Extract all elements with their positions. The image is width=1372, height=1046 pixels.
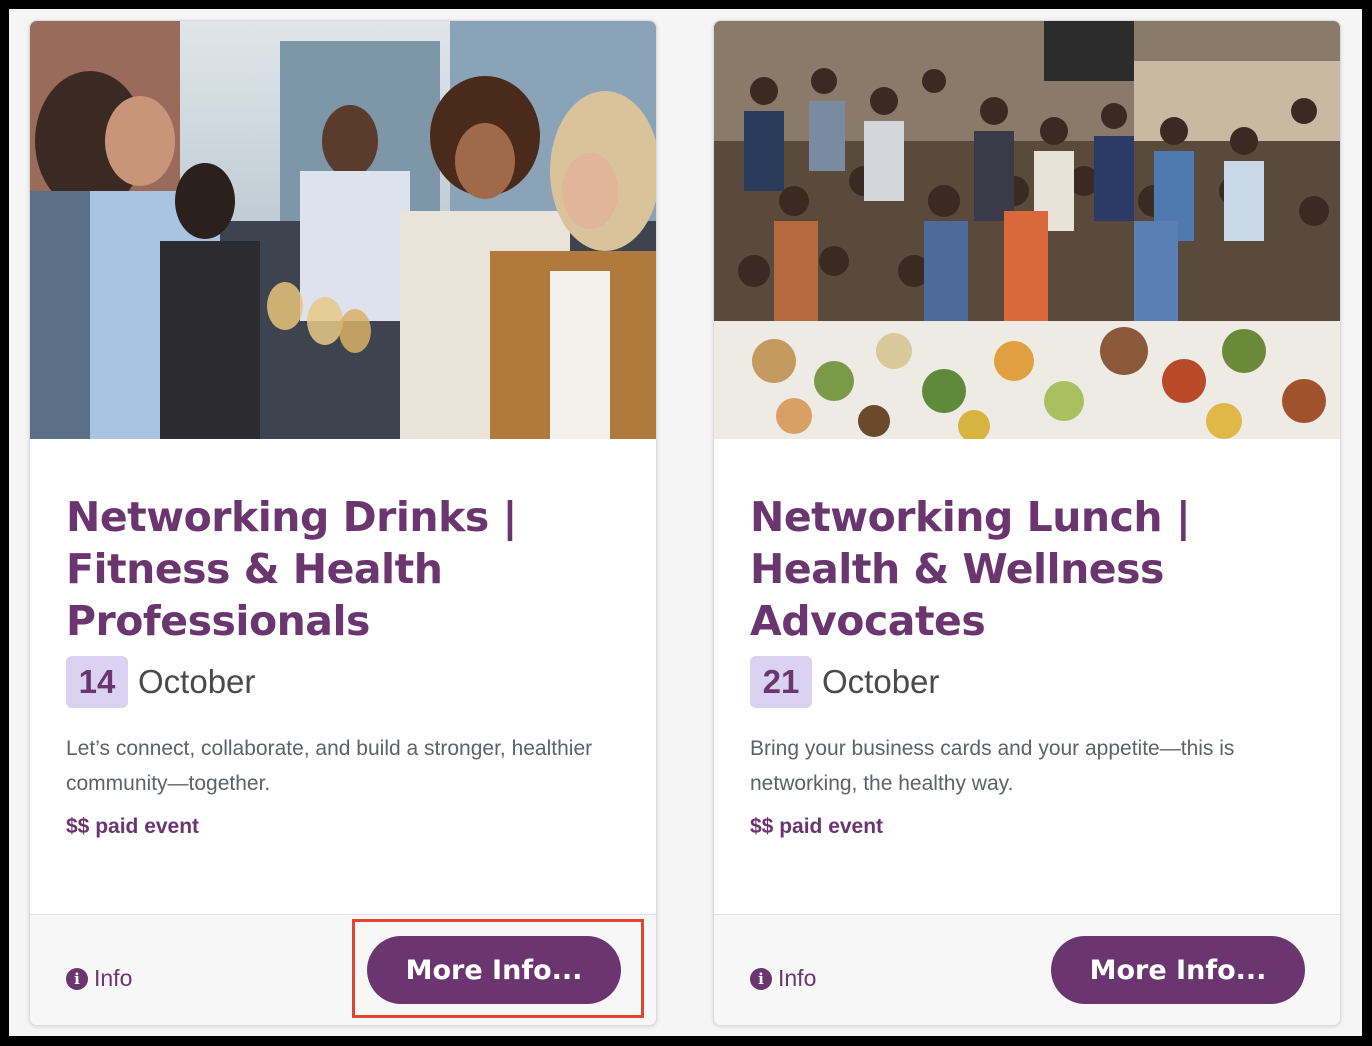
date-day-badge: 21 (750, 656, 812, 708)
event-price: $$ paid event (66, 815, 200, 838)
event-photo-drinks (30, 21, 656, 439)
event-date: 21 October (750, 655, 1310, 709)
info-icon: i (750, 967, 772, 990)
more-info-button[interactable]: More Info... (1051, 936, 1305, 1004)
date-day-badge: 14 (66, 656, 128, 708)
event-price: $$ paid event (750, 815, 884, 838)
info-label: Info (778, 965, 817, 991)
info-label: Info (94, 965, 133, 991)
highlight-box (352, 919, 644, 1018)
date-month: October (822, 663, 940, 700)
event-description: Bring your business cards and your appet… (750, 737, 1235, 795)
event-photo-lunch (714, 21, 1340, 439)
event-card-networking-lunch: Networking Lunch | Health & Wellness Adv… (713, 20, 1341, 1026)
info-link[interactable]: i Info (750, 965, 816, 992)
info-icon: i (66, 967, 88, 990)
event-title: Networking Drinks | Fitness & Health Pro… (66, 493, 518, 645)
event-date: 14 October (66, 655, 626, 709)
event-card-networking-drinks: Networking Drinks | Fitness & Health Pro… (29, 20, 657, 1026)
event-title: Networking Lunch | Health & Wellness Adv… (750, 493, 1191, 645)
date-month: October (138, 663, 256, 700)
card-footer: i Info More Info... (714, 914, 1340, 1025)
event-description: Let’s connect, collaborate, and build a … (66, 737, 593, 795)
info-link[interactable]: i Info (66, 965, 132, 992)
page-frame: Networking Drinks | Fitness & Health Pro… (9, 9, 1362, 1036)
